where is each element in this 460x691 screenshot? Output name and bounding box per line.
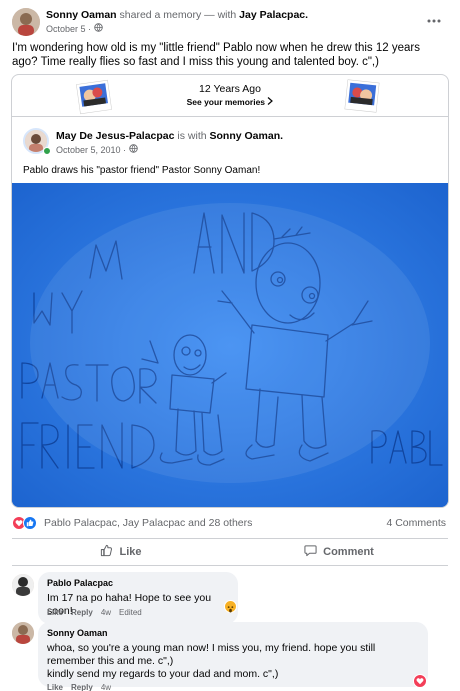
comment-author[interactable]: Pablo Palacpac [47, 577, 229, 590]
action-bar: Like Comment [12, 538, 448, 566]
wow-reaction-icon[interactable] [224, 600, 237, 613]
comment-text: whoa, so you're a young man now! I miss … [47, 642, 376, 667]
comment-button[interactable]: Comment [230, 539, 448, 565]
see-memories-label[interactable]: See your memories [187, 97, 265, 107]
shared-with-text: is with [177, 130, 207, 142]
like-reaction-icon [23, 516, 37, 530]
author-name[interactable]: Sonny Oaman [46, 9, 117, 21]
post-header: Sonny Oaman shared a memory — with Jay P… [12, 8, 448, 38]
drawing-illustration [12, 183, 448, 507]
love-reaction-icon[interactable] [413, 674, 427, 688]
comment-icon [304, 544, 317, 560]
shared-author-name[interactable]: May De Jesus-Palacpac [56, 130, 174, 142]
chevron-right-icon [267, 97, 274, 107]
reaction-names[interactable]: Pablo Palacpac, Jay Palacpac and 28 othe… [44, 517, 252, 529]
more-options-icon[interactable] [426, 14, 442, 26]
thumbs-up-icon [100, 544, 113, 560]
comment-author[interactable]: Sonny Oaman [47, 627, 419, 640]
like-button-label: Like [119, 546, 142, 558]
memory-card: 12 Years Ago See your memories May De Je… [11, 74, 449, 508]
shared-post-date[interactable]: October 5, 2010 · [56, 145, 126, 155]
comment-reply-link[interactable]: Reply [71, 608, 93, 617]
comment-reply-link[interactable]: Reply [71, 683, 93, 691]
comment-like-link[interactable]: Like [47, 608, 63, 617]
post-action-text: shared a memory — with [119, 9, 237, 21]
comment-time[interactable]: 4w [101, 608, 111, 617]
post-date[interactable]: October 5 · [46, 24, 91, 34]
memory-banner[interactable]: 12 Years Ago See your memories [12, 75, 448, 117]
comments-count[interactable]: 4 Comments [346, 517, 446, 529]
comment-text: kindly send my regards to your dad and m… [47, 668, 279, 680]
globe-icon [129, 144, 138, 155]
post-text: I'm wondering how old is my "little frie… [12, 42, 420, 68]
reactions-bar: Pablo Palacpac, Jay Palacpac and 28 othe… [12, 513, 448, 533]
commenter-avatar[interactable] [12, 574, 34, 596]
comment-edited: Edited [119, 608, 142, 617]
online-status-icon [43, 147, 51, 155]
comment-item: Pablo Palacpac Im 17 na po haha! Hope to… [12, 570, 448, 624]
memory-title: 12 Years Ago [199, 83, 261, 95]
see-memories-link[interactable]: See your memories [12, 97, 448, 107]
comment-bubble: Sonny Oaman whoa, so you're a young man … [38, 622, 428, 687]
shared-post-header: May De Jesus-Palacpac is with Sonny Oama… [12, 118, 448, 158]
comment-button-label: Comment [323, 546, 374, 558]
comment-time[interactable]: 4w [101, 683, 111, 691]
commenter-avatar[interactable] [12, 622, 34, 644]
globe-icon [94, 23, 103, 34]
tagged-name[interactable]: Jay Palacpac. [239, 9, 308, 21]
drawing-photo[interactable] [12, 183, 448, 507]
shared-caption: Pablo draws his "pastor friend" Pastor S… [23, 165, 261, 176]
like-button[interactable]: Like [12, 539, 230, 565]
comment-like-link[interactable]: Like [47, 683, 63, 691]
shared-with-name[interactable]: Sonny Oaman. [210, 130, 284, 142]
memory-photo-right-icon [343, 78, 381, 114]
reaction-icons[interactable] [12, 516, 37, 530]
author-avatar[interactable] [12, 8, 40, 36]
comment-item: Sonny Oaman whoa, so you're a young man … [12, 620, 448, 691]
